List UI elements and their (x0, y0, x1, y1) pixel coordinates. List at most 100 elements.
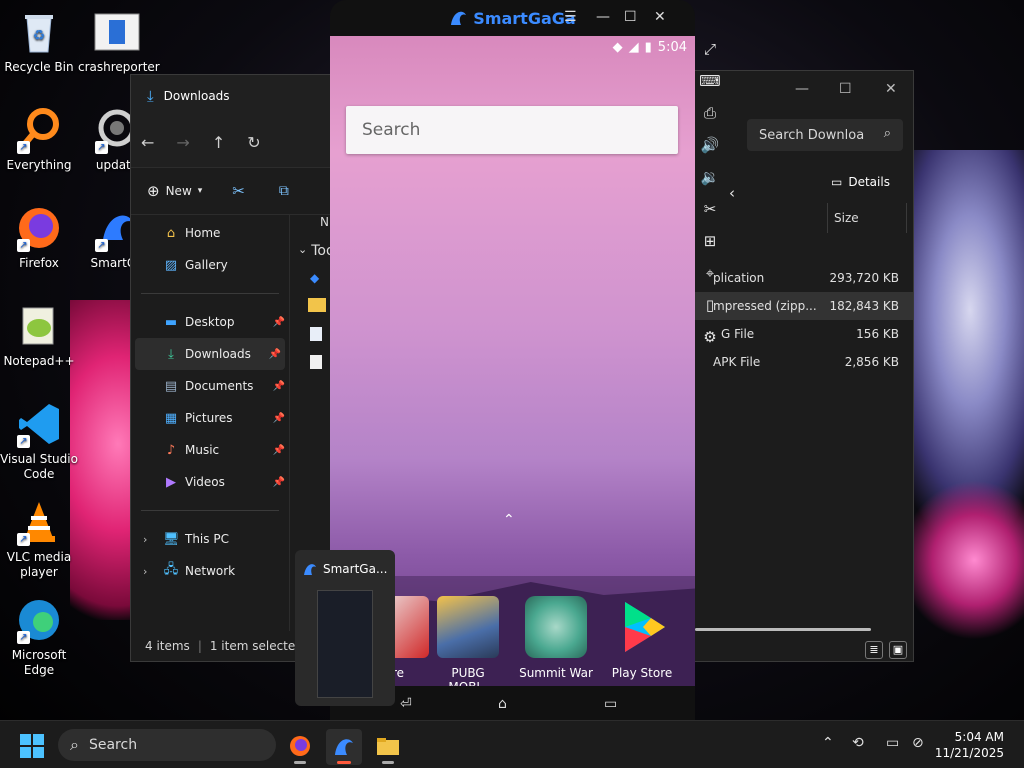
file-row[interactable]: G File 156 KB (691, 320, 913, 348)
desktop-icon-notepad-plus-plus[interactable]: Notepad++ (0, 302, 78, 369)
divider (141, 510, 279, 511)
start-button[interactable] (20, 734, 44, 758)
details-pane-button[interactable]: ▭ Details (831, 175, 890, 189)
file-icon[interactable] (310, 355, 322, 369)
keyboard-icon[interactable]: ⌨ (697, 72, 723, 90)
collapse-toolbar-chevron-icon[interactable]: ‹ (722, 184, 742, 202)
navigation-pane: ⌂ Home ▨ Gallery ▬ Desktop 📌 ⤓ Downloads… (131, 215, 289, 587)
chevron-right-icon[interactable]: › (143, 533, 147, 546)
maximize-icon[interactable]: ☐ (839, 81, 852, 97)
taskbar-window-preview[interactable]: SmartGa... (295, 550, 395, 706)
new-button[interactable]: ⊕ New ▾ (147, 182, 202, 200)
zip-folder-icon[interactable] (308, 298, 326, 312)
taskbar-file-explorer[interactable] (370, 729, 406, 765)
cut-icon[interactable]: ✂ (232, 182, 245, 200)
sidebar-item-network[interactable]: › 🖧 Network (131, 555, 289, 587)
volume-down-icon[interactable]: 🔉 (697, 168, 723, 186)
firefox-icon (290, 736, 310, 756)
firefox-icon: ↗ (15, 204, 63, 252)
home-button-icon[interactable]: ⌂ (498, 696, 507, 712)
desktop-icon-vscode[interactable]: ↗ Visual Studio Code (0, 400, 78, 482)
close-icon[interactable]: ✕ (654, 9, 666, 25)
emulator-titlebar[interactable]: SmartGaGa ☰ — ☐ ✕ (330, 0, 695, 36)
update-notification-icon[interactable]: ⟲ (852, 735, 864, 751)
forward-arrow-icon[interactable]: → (176, 133, 189, 152)
smartgaga-file-icon[interactable]: ◆ (310, 271, 319, 285)
desktop-icon-firefox[interactable]: ↗ Firefox (0, 204, 78, 271)
desktop-icon-recycle-bin[interactable]: ♻ Recycle Bin (0, 8, 78, 75)
this-pc-icon: 🖥 (163, 531, 180, 547)
summit-war-icon (525, 596, 587, 658)
chevron-right-icon[interactable]: › (143, 565, 147, 578)
app-pubg-mobile[interactable]: PUBG MOBI.. (430, 596, 506, 686)
search-input[interactable]: Search Downloa ⌕ (747, 119, 903, 151)
maximize-icon[interactable]: ☐ (624, 9, 637, 25)
pin-icon[interactable]: 📌 (273, 381, 285, 392)
sidebar-item-downloads[interactable]: ⤓ Downloads 📌 (135, 338, 285, 370)
file-icon[interactable] (310, 327, 322, 341)
pin-icon[interactable]: 📌 (273, 477, 285, 488)
details-view-button[interactable]: ≣ (865, 641, 883, 659)
navigation-bar: ← → ↑ ↻ (131, 117, 349, 167)
taskbar-smartgaga[interactable] (326, 729, 362, 765)
minimize-icon[interactable]: — (596, 9, 610, 25)
show-hidden-icons-chevron-icon[interactable]: ⌃ (822, 735, 834, 751)
sidebar-item-gallery[interactable]: ▨ Gallery (131, 249, 289, 281)
system-clock[interactable]: 5:04 AM 11/21/2025 (935, 729, 1004, 761)
file-row[interactable]: plication 293,720 KB (691, 264, 913, 292)
app-summit-war[interactable]: Summit War (518, 596, 594, 680)
column-header-size[interactable]: Size (827, 203, 907, 233)
up-arrow-icon[interactable]: ↑ (212, 133, 225, 152)
column-header-name[interactable]: N (320, 215, 329, 229)
pin-icon[interactable]: 📌 (273, 317, 285, 328)
file-row[interactable]: APK File 2,856 KB (691, 348, 913, 376)
tiles-view-button[interactable]: ▣ (889, 641, 907, 659)
apk-install-icon[interactable]: ⎙ (697, 104, 723, 122)
shake-icon[interactable]: ▯ (697, 296, 723, 314)
recents-button-icon[interactable]: ▭ (604, 696, 617, 712)
app-drawer-chevron-up-icon[interactable]: ⌃ (503, 512, 515, 528)
refresh-icon[interactable]: ↻ (247, 133, 260, 152)
shortcut-arrow-icon: ↗ (17, 533, 30, 546)
search-input[interactable]: Search (346, 106, 678, 154)
explorer-titlebar[interactable]: ⤓ Downloads (131, 75, 349, 117)
horizontal-scrollbar[interactable] (695, 628, 871, 631)
file-row-selected[interactable]: mpressed (zipp... 182,843 KB (691, 292, 913, 320)
settings-gear-icon[interactable]: ⚙ (697, 328, 723, 346)
minimize-icon[interactable]: — (795, 81, 809, 97)
command-bar: ⊕ New ▾ ✂ ⧉ (131, 167, 349, 215)
multi-instance-icon[interactable]: ⊞ (697, 232, 723, 250)
back-button-icon[interactable]: ⏎ (400, 696, 412, 712)
pin-icon[interactable]: 📌 (273, 445, 285, 456)
app-play-store[interactable]: Play Store (604, 596, 680, 680)
screenshot-icon[interactable]: ✂ (697, 200, 723, 218)
sidebar-item-music[interactable]: ♪ Music 📌 (131, 434, 289, 466)
sidebar-item-videos[interactable]: ▶ Videos 📌 (131, 466, 289, 498)
pin-icon[interactable]: 📌 (269, 349, 281, 360)
taskbar-search-box[interactable]: ⌕ Search (58, 729, 276, 761)
sidebar-item-this-pc[interactable]: › 🖥 This PC (131, 523, 289, 555)
menu-icon[interactable]: ☰ (564, 9, 577, 25)
location-icon[interactable]: ⌖ (697, 264, 723, 282)
sidebar-item-desktop[interactable]: ▬ Desktop 📌 (131, 306, 289, 338)
taskbar-firefox[interactable] (282, 729, 318, 765)
copy-icon[interactable]: ⧉ (279, 183, 289, 199)
network-status-icon[interactable]: ⊘ (912, 735, 924, 751)
back-arrow-icon[interactable]: ← (141, 133, 154, 152)
pin-icon[interactable]: 📌 (273, 413, 285, 424)
desktop-icon-crashreporter[interactable]: crashreporter (78, 8, 160, 75)
volume-up-icon[interactable]: 🔊 (697, 136, 723, 154)
monitor-icon[interactable]: ▭ (886, 735, 899, 751)
sidebar-item-documents[interactable]: ▤ Documents 📌 (131, 370, 289, 402)
explorer-window-secondary[interactable]: — ☐ ✕ Search Downloa ⌕ ▭ Details Size pl… (690, 70, 914, 662)
desktop-icon-everything[interactable]: ↗ Everything (0, 106, 78, 173)
desktop-icon-edge[interactable]: ↗ Microsoft Edge (0, 596, 78, 678)
fullscreen-icon[interactable]: ⤢ (697, 40, 723, 58)
sidebar-item-pictures[interactable]: ▦ Pictures 📌 (131, 402, 289, 434)
close-icon[interactable]: ✕ (885, 81, 897, 97)
wifi-icon: ◆ (612, 40, 623, 55)
download-icon: ⤓ (147, 87, 154, 105)
sidebar-item-home[interactable]: ⌂ Home (131, 217, 289, 249)
preview-thumbnail[interactable] (317, 590, 373, 698)
desktop-icon-vlc[interactable]: ↗ VLC media player (0, 498, 78, 580)
